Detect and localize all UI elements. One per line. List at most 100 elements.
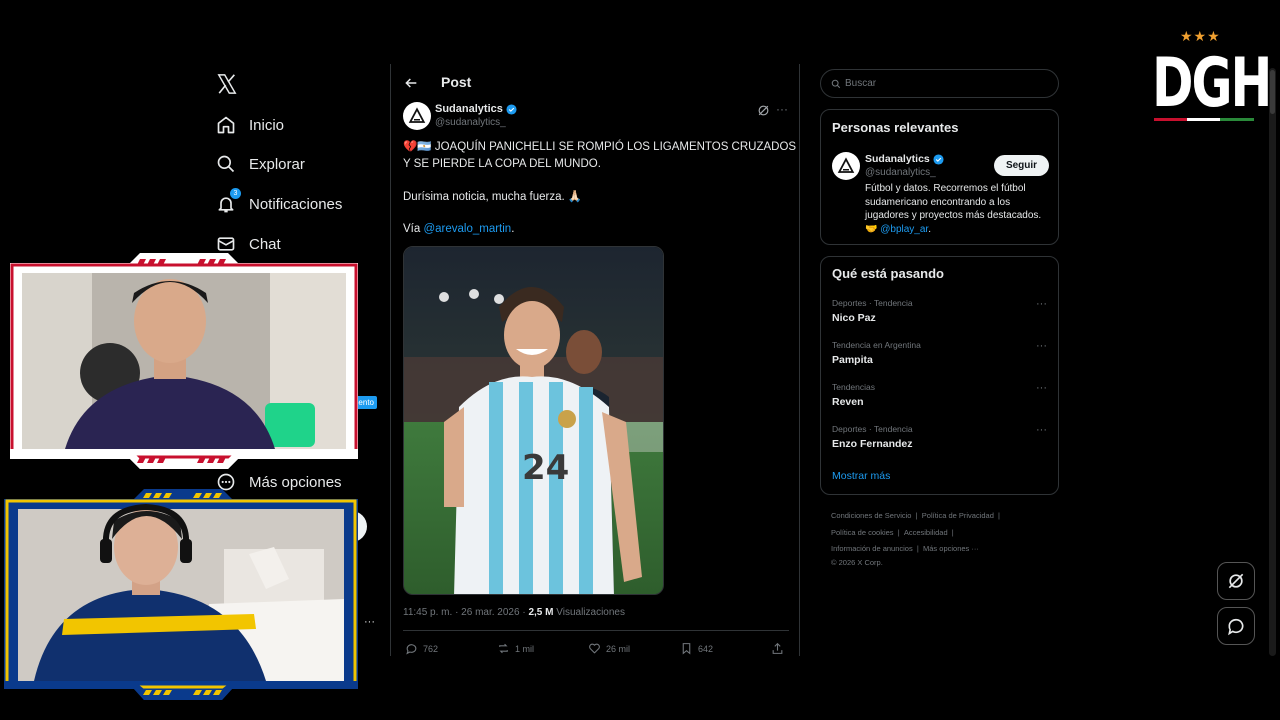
heart-icon bbox=[589, 643, 600, 654]
bookmark-count: 642 bbox=[698, 643, 714, 654]
post-column: Post Sudanalytics @sudanalytics_ ··· 💔🇦🇷… bbox=[390, 64, 800, 656]
relevant-people-card: Personas relevantes Sudanalytics @sudana… bbox=[820, 109, 1059, 245]
nav-label: Inicio bbox=[249, 116, 285, 134]
relevant-name[interactable]: Sudanalytics bbox=[865, 153, 944, 165]
grok-icon bbox=[1228, 573, 1244, 589]
follow-button[interactable]: Seguir bbox=[994, 155, 1049, 176]
webcam-overlay-2 bbox=[4, 489, 358, 700]
show-more-link[interactable]: Mostrar más bbox=[832, 470, 890, 482]
scrollbar-thumb[interactable] bbox=[1270, 70, 1275, 114]
sudanalytics-logo-icon bbox=[408, 107, 426, 123]
like-button[interactable]: 26 mil bbox=[588, 642, 630, 655]
repost-count: 1 mil bbox=[515, 643, 535, 654]
back-arrow-icon[interactable] bbox=[403, 75, 419, 91]
via-label: Vía bbox=[403, 223, 424, 235]
footer-link[interactable]: Más opciones ··· bbox=[923, 544, 979, 553]
dgh-logo: ★★★ DGH bbox=[1150, 28, 1272, 128]
bio-link[interactable]: @bplay_ar bbox=[880, 224, 928, 235]
share-icon bbox=[772, 642, 783, 654]
search-bar[interactable] bbox=[820, 69, 1059, 98]
messages-button[interactable] bbox=[1217, 607, 1255, 645]
jersey-number: 24 bbox=[522, 448, 569, 488]
tweet-line: 💔🇦🇷 JOAQUÍN PANICHELLI SE ROMPIÓ LOS LIG… bbox=[403, 141, 797, 153]
more-options-icon[interactable]: ··· bbox=[1036, 424, 1047, 436]
tweet-photo[interactable]: 24 bbox=[403, 246, 664, 595]
nav-label: Más opciones bbox=[249, 473, 342, 491]
trend-item[interactable]: Tendencias Reven ··· bbox=[832, 382, 1047, 408]
author-name[interactable]: Sudanalytics bbox=[435, 103, 517, 115]
author-avatar[interactable] bbox=[403, 102, 431, 130]
verified-badge-icon bbox=[933, 153, 944, 165]
mention-link[interactable]: @arevalo_martin bbox=[423, 223, 511, 235]
notification-badge: 3 bbox=[230, 188, 241, 199]
grok-button[interactable] bbox=[1217, 562, 1255, 600]
logo-stripe bbox=[1154, 118, 1254, 121]
home-icon bbox=[217, 116, 235, 134]
search-icon bbox=[831, 79, 841, 88]
nav-label: Notificaciones bbox=[249, 195, 343, 213]
reply-count: 762 bbox=[423, 643, 439, 654]
footer-link[interactable]: Política de Privacidad bbox=[922, 511, 994, 520]
trend-item[interactable]: Tendencia en Argentina Pampita ··· bbox=[832, 340, 1047, 366]
player-photo: 24 bbox=[404, 247, 663, 594]
footer-link[interactable]: Accesibilidad bbox=[904, 528, 948, 537]
footer-link[interactable]: Condiciones de Servicio bbox=[831, 511, 911, 520]
grok-icon[interactable] bbox=[757, 104, 770, 117]
webcam-overlay-1 bbox=[10, 253, 358, 469]
bookmark-button[interactable]: 642 bbox=[680, 642, 713, 655]
more-options-icon[interactable]: ··· bbox=[1036, 340, 1047, 352]
author-name-text: Sudanalytics bbox=[435, 103, 503, 115]
nav-item-explore[interactable]: Explorar bbox=[216, 150, 305, 178]
trend-name: Nico Paz bbox=[832, 312, 876, 324]
post-title: Post bbox=[441, 74, 472, 90]
repost-button[interactable]: 1 mil bbox=[497, 642, 534, 655]
views-count: 2,5 M bbox=[528, 607, 554, 618]
relevant-name-text: Sudanalytics bbox=[865, 153, 930, 165]
nav-label: Explorar bbox=[249, 155, 305, 173]
logo-stars: ★★★ bbox=[1180, 28, 1221, 44]
post-timestamp: 11:45 p. m. · 26 mar. 2026 · 2,5 M Visua… bbox=[403, 607, 625, 618]
relevant-avatar[interactable] bbox=[832, 152, 860, 180]
streamer-1-video bbox=[10, 253, 358, 469]
more-dots-icon[interactable]: ··· bbox=[364, 616, 375, 628]
trend-item[interactable]: Deportes · Tendencia Nico Paz ··· bbox=[832, 298, 1047, 324]
trend-item[interactable]: Deportes · Tendencia Enzo Fernandez ··· bbox=[832, 424, 1047, 450]
trend-name: Reven bbox=[832, 396, 864, 408]
relevant-handle[interactable]: @sudanalytics_ bbox=[865, 167, 936, 178]
reply-button[interactable]: 762 bbox=[405, 642, 438, 655]
tweet-line: Y SE PIERDE LA COPA DEL MUNDO. bbox=[403, 158, 601, 170]
footer-link[interactable]: Política de cookies bbox=[831, 528, 894, 537]
via-end: . bbox=[511, 223, 515, 235]
post-header: Post bbox=[391, 64, 799, 102]
repost-icon bbox=[499, 643, 508, 654]
card-title: Qué está pasando bbox=[832, 266, 944, 281]
copyright: © 2026 X Corp. bbox=[831, 557, 883, 567]
trending-card: Qué está pasando Deportes · Tendencia Ni… bbox=[820, 256, 1059, 495]
mail-icon bbox=[217, 237, 235, 251]
search-icon bbox=[217, 155, 235, 173]
footer-links: Condiciones de Servicio | Política de Pr… bbox=[831, 511, 1001, 567]
nav-item-notifications[interactable]: 3 Notificaciones bbox=[216, 188, 343, 218]
timestamp-text: 11:45 p. m. · 26 mar. 2026 · bbox=[403, 607, 529, 618]
share-button[interactable] bbox=[771, 642, 789, 655]
verified-badge-icon bbox=[506, 103, 517, 115]
views-label: Visualizaciones bbox=[553, 607, 625, 618]
chat-bubble-icon bbox=[1228, 618, 1244, 636]
more-options-icon[interactable]: ··· bbox=[776, 103, 790, 117]
bell-icon: 3 bbox=[216, 188, 241, 214]
search-input[interactable] bbox=[845, 78, 1045, 89]
scrollbar-track[interactable] bbox=[1269, 68, 1276, 656]
streamer-2-video bbox=[4, 489, 358, 700]
sudanalytics-logo-icon bbox=[837, 157, 855, 173]
more-options-icon[interactable]: ··· bbox=[1036, 382, 1047, 394]
author-handle[interactable]: @sudanalytics_ bbox=[435, 117, 506, 128]
more-options-icon[interactable]: ··· bbox=[1036, 298, 1047, 310]
trend-name: Pampita bbox=[832, 354, 873, 366]
bookmark-icon bbox=[682, 643, 691, 655]
card-title: Personas relevantes bbox=[832, 120, 959, 135]
x-logo-icon[interactable] bbox=[216, 73, 238, 95]
nav-item-home[interactable]: Inicio bbox=[216, 111, 284, 139]
footer-link[interactable]: Información de anuncios bbox=[831, 544, 913, 553]
trend-category: Deportes · Tendencia bbox=[832, 424, 913, 434]
like-count: 26 mil bbox=[606, 643, 631, 654]
